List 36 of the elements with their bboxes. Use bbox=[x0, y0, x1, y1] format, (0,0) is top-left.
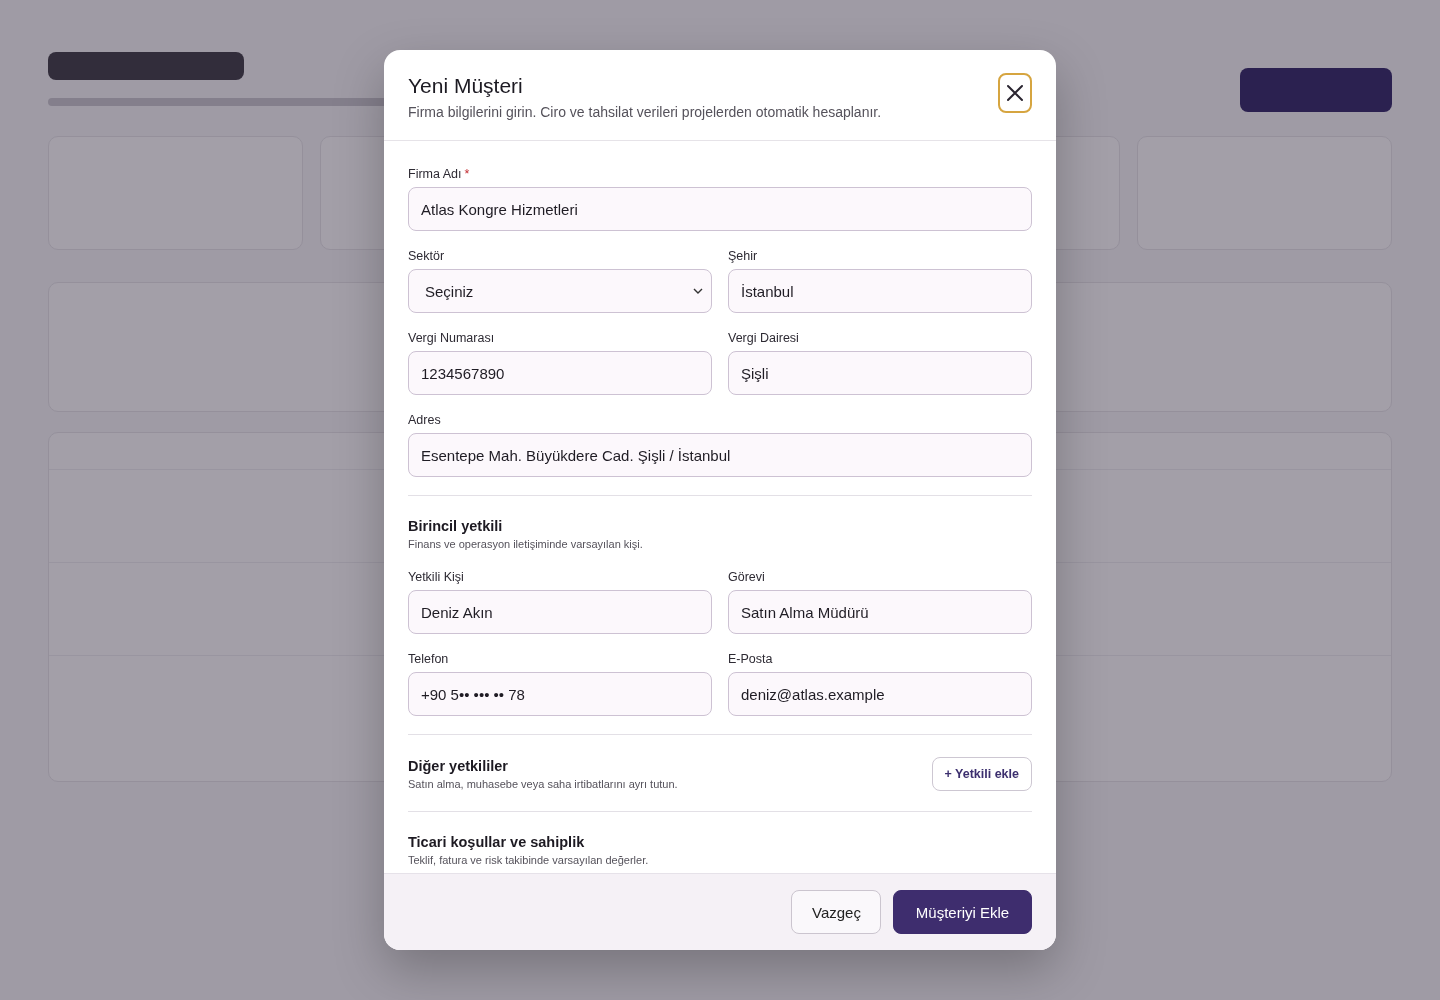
input-field[interactable]: Satın Alma Müdürü bbox=[728, 590, 1032, 634]
input-field[interactable]: 1234567890 bbox=[408, 351, 712, 395]
required-mark: * bbox=[464, 167, 470, 181]
input-field[interactable]: deniz@atlas.example bbox=[728, 672, 1032, 716]
input-field[interactable]: Şişli bbox=[728, 351, 1032, 395]
field-label: Vergi Dairesi bbox=[728, 331, 799, 345]
field-label: Sektör bbox=[408, 249, 445, 263]
input-field[interactable]: Atlas Kongre Hizmetleri bbox=[408, 187, 1032, 231]
section-title: Birincil yetkili bbox=[408, 518, 504, 534]
close-button[interactable] bbox=[998, 73, 1032, 113]
field-label: Görevi bbox=[728, 570, 765, 584]
field-label: Adres bbox=[408, 413, 441, 427]
field-label: E-Posta bbox=[728, 652, 773, 666]
section-title: Diğer yetkililer bbox=[408, 758, 509, 774]
select-field[interactable]: Seçiniz bbox=[408, 269, 712, 313]
cancel-button[interactable]: Vazgeç bbox=[791, 890, 881, 934]
field-label: Şehir bbox=[728, 249, 758, 263]
chevron-down-icon bbox=[693, 288, 703, 294]
submit-button[interactable]: Müşteriyi Ekle bbox=[893, 890, 1032, 934]
section-subtitle: Finans ve operasyon iletişiminde varsayılan kişi. bbox=[408, 538, 643, 550]
input-field[interactable]: İstanbul bbox=[728, 269, 1032, 313]
section-subtitle: Satın alma, muhasebe veya saha irtibatlarını ayrı tutun. bbox=[408, 778, 678, 790]
input-field[interactable]: +90 5•• ••• •• 78 bbox=[408, 672, 712, 716]
dialog-subtitle: Firma bilgilerini girin. Ciro ve tahsilat verileri projelerden otomatik hesaplanır. bbox=[408, 104, 882, 120]
dialog-title: Yeni Müşteri bbox=[408, 74, 524, 98]
add-contact-button[interactable]: + Yetkili ekle bbox=[931, 757, 1032, 791]
section-subtitle: Teklif, fatura ve risk takibinde varsayılan değerler. bbox=[408, 854, 649, 866]
field-label: Vergi Numarası bbox=[408, 331, 495, 345]
input-field[interactable]: Deniz Akın bbox=[408, 590, 712, 634]
input-field[interactable]: Esentepe Mah. Büyükdere Cad. Şişli / İstanbul bbox=[408, 433, 1032, 477]
section-title: Ticari koşullar ve sahiplik bbox=[408, 834, 586, 850]
field-label: Yetkili Kişi bbox=[408, 570, 464, 584]
select-value: Seçiniz bbox=[425, 282, 474, 300]
close-icon bbox=[1006, 84, 1024, 102]
field-label: Firma Adı bbox=[408, 167, 462, 181]
field-label: Telefon bbox=[408, 652, 449, 666]
